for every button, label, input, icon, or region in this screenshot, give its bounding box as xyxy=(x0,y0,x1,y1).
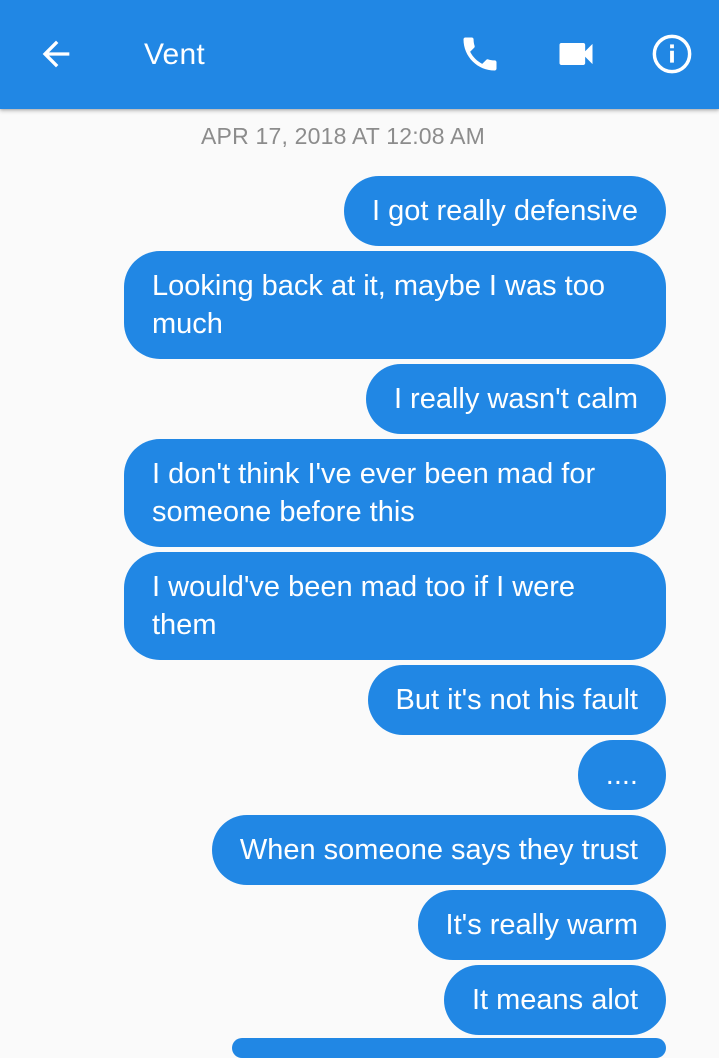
app-bar: Vent xyxy=(0,0,719,109)
conversation-title: Vent xyxy=(144,38,205,71)
message-timestamp: APR 17, 2018 AT 12:08 AM xyxy=(201,123,485,149)
video-call-button[interactable] xyxy=(546,24,606,84)
message-bubble[interactable]: It's really warm xyxy=(417,890,666,960)
back-button[interactable] xyxy=(26,24,86,84)
message-bubble[interactable]: It means alot xyxy=(443,965,666,1035)
phone-icon xyxy=(463,37,497,71)
video-camera-icon xyxy=(559,43,593,65)
info-icon xyxy=(652,34,692,74)
voice-call-button[interactable] xyxy=(450,24,510,84)
partial-message-bubble[interactable] xyxy=(232,1038,666,1058)
message-bubble[interactable]: I got really defensive xyxy=(344,176,666,246)
message-bubble[interactable]: I really wasn't calm xyxy=(365,364,666,434)
info-button[interactable] xyxy=(642,24,702,84)
message-bubble[interactable]: When someone says they trust xyxy=(211,815,666,885)
message-bubble[interactable]: .... xyxy=(577,740,666,810)
message-list: I got really defensive Looking back at i… xyxy=(106,176,666,1040)
message-bubble[interactable]: But it's not his fault xyxy=(367,665,666,735)
back-arrow-icon xyxy=(42,40,70,68)
message-bubble[interactable]: Looking back at it, maybe I was too much xyxy=(124,251,666,359)
message-bubble[interactable]: I would've been mad too if I were them xyxy=(124,552,666,660)
message-bubble[interactable]: I don't think I've ever been mad for som… xyxy=(124,439,666,547)
